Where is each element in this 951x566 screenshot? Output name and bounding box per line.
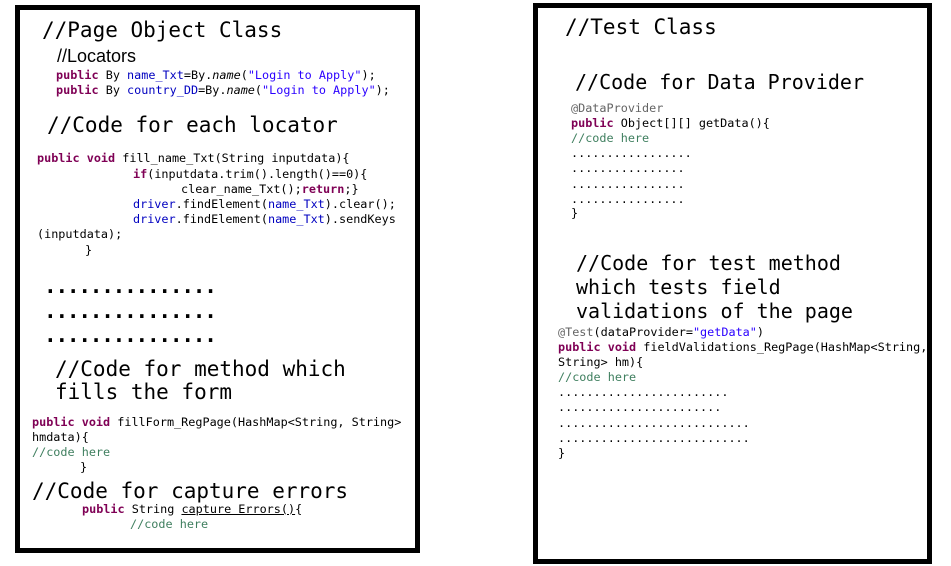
ellipsis-line: ........................... (558, 416, 750, 430)
each-locator-heading: //Code for each locator (47, 113, 338, 137)
code-line: public void fieldValidations_RegPage(Has… (558, 340, 928, 354)
code-line: driver.findElement(name_Txt).clear(); (133, 197, 396, 211)
code-line: public By name_Txt=By.name("Login to App… (56, 68, 376, 82)
method-heading: fills the form (55, 380, 233, 404)
data-provider-heading: //Code for Data Provider (575, 70, 864, 94)
code-line: @Test(dataProvider="getData") (558, 325, 764, 339)
test-method-heading: validations of the page (576, 299, 853, 323)
test-class-title: //Test Class (565, 15, 717, 39)
code-line: hmdata){ (32, 430, 89, 444)
code-line: public void fill_name_Txt(String inputda… (37, 151, 350, 165)
ellipsis-line: ................. (571, 146, 692, 160)
ellipsis-line: ................ (571, 177, 685, 191)
code-line: if(inputdata.trim().length()==0){ (133, 167, 368, 181)
code-comment: //code here (558, 370, 637, 384)
ellipsis-line: ........................ (558, 385, 729, 399)
code-annotation: @DataProvider (571, 101, 664, 115)
code-line: } (85, 243, 93, 257)
code-line: driver.findElement(name_Txt).sendKeys (133, 212, 396, 226)
ellipsis-line: ................ (571, 161, 685, 175)
code-comment: //code here (32, 445, 111, 459)
code-line: public Object[][] getData(){ (571, 116, 770, 130)
ellipsis-line: ............... (44, 299, 217, 323)
code-line: clear_name_Txt();return;} (181, 182, 359, 196)
code-line: (inputdata); (37, 227, 123, 241)
code-line: String> hm){ (558, 355, 644, 369)
ellipsis-line: ................ (571, 192, 685, 206)
capture-errors-heading: //Code for capture errors (32, 479, 349, 503)
test-method-heading: //Code for test method (576, 251, 841, 275)
ellipsis-line: ........................... (558, 431, 750, 445)
ellipsis-line: ....................... (558, 400, 722, 414)
test-method-heading: which tests field (576, 275, 781, 299)
ellipsis-line: ............... (44, 274, 217, 298)
code-line: } (80, 460, 88, 474)
code-line: public By country_DD=By.name("Login to A… (56, 83, 390, 97)
code-line: public void fillForm_RegPage(HashMap<Str… (32, 415, 402, 429)
code-line: } (571, 206, 579, 220)
code-comment: //code here (571, 131, 650, 145)
code-line: } (558, 446, 566, 460)
ellipsis-line: ............... (44, 323, 217, 347)
code-line: public String capture Errors(){ (82, 502, 303, 516)
code-comment: //code here (130, 517, 209, 531)
method-heading: //Code for method which (55, 357, 346, 381)
locators-label: //Locators (57, 46, 137, 66)
page-object-class-title: //Page Object Class (42, 18, 283, 42)
